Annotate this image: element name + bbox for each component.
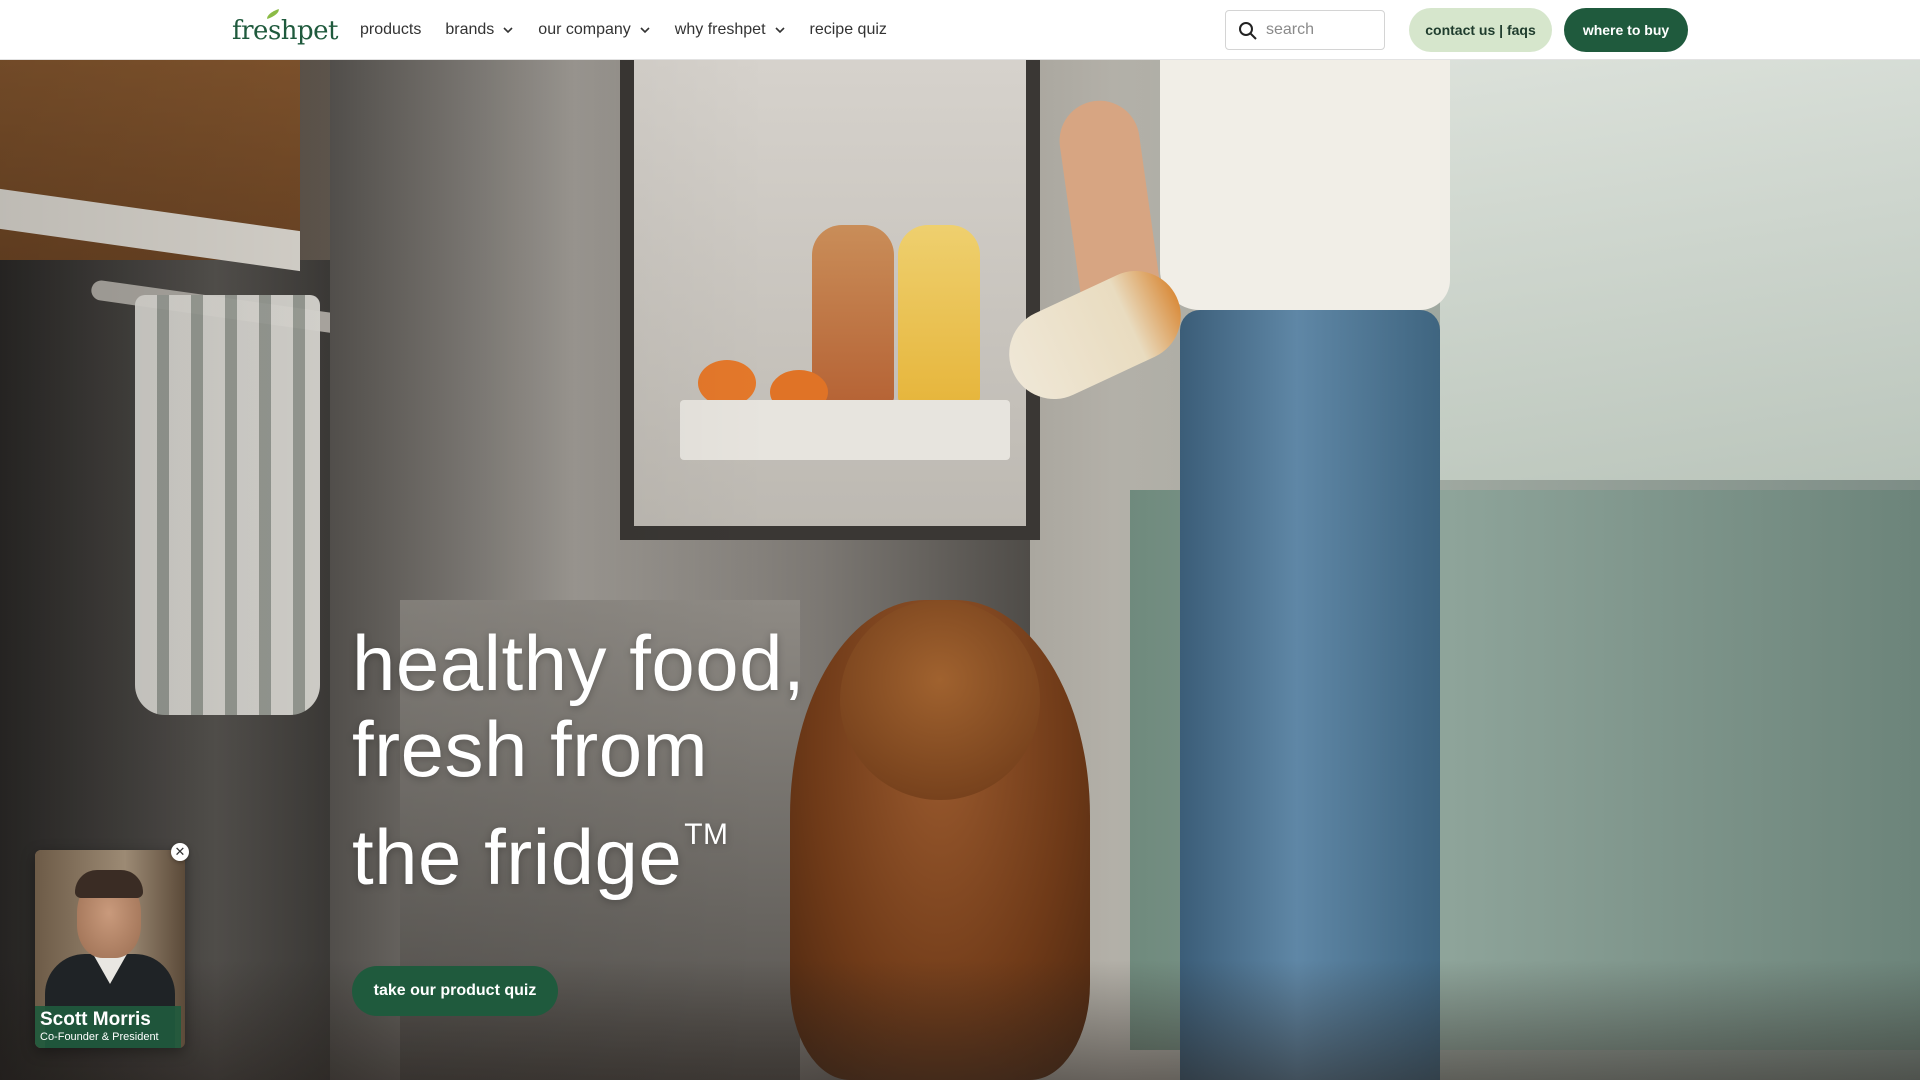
headline-line-1: healthy food, [352,619,806,707]
nav-item-recipe-quiz[interactable]: recipe quiz [810,21,887,39]
video-person-hair [75,870,143,898]
site-header: freshpet products brands our company why… [0,0,1920,60]
hero-headline: healthy food, fresh from the fridgeTM [352,620,805,900]
nav-item-our-company[interactable]: our company [538,21,651,39]
where-to-buy-button[interactable]: where to buy [1564,8,1688,52]
video-caption: Scott Morris Co-Founder & President [35,1006,181,1048]
nav-label: brands [445,21,495,38]
video-person-title: Co-Founder & President [40,1031,159,1043]
hero-overlay [0,60,1920,1080]
search-box [1225,10,1385,50]
chevron-down-icon [774,27,785,34]
nav-label: our company [538,21,631,38]
headline-line-3: the fridge [352,813,683,901]
trademark: TM [684,818,729,851]
search-input[interactable] [1266,11,1380,49]
headline-line-2: fresh from [352,705,709,793]
freshpet-logo[interactable]: freshpet [232,8,339,50]
main-nav: products brands our company why freshpet… [360,0,911,60]
logo-text: freshpet [232,16,339,46]
nav-item-brands[interactable]: brands [445,21,514,39]
chevron-down-icon [503,27,513,34]
search-icon[interactable] [1238,21,1258,41]
video-person-name: Scott Morris [40,1009,151,1030]
founder-video-bubble[interactable]: Scott Morris Co-Founder & President [35,850,185,1048]
chevron-down-icon [640,27,650,34]
hero-section [0,60,1920,1080]
nav-label: recipe quiz [809,21,887,38]
nav-item-why-freshpet[interactable]: why freshpet [675,21,786,39]
nav-item-products[interactable]: products [360,21,421,39]
nav-label: why freshpet [674,21,766,38]
nav-label: products [360,21,422,38]
close-icon[interactable]: ✕ [171,843,189,861]
contact-faqs-button[interactable]: contact us | faqs [1409,8,1552,52]
product-quiz-button[interactable]: take our product quiz [352,966,558,1016]
